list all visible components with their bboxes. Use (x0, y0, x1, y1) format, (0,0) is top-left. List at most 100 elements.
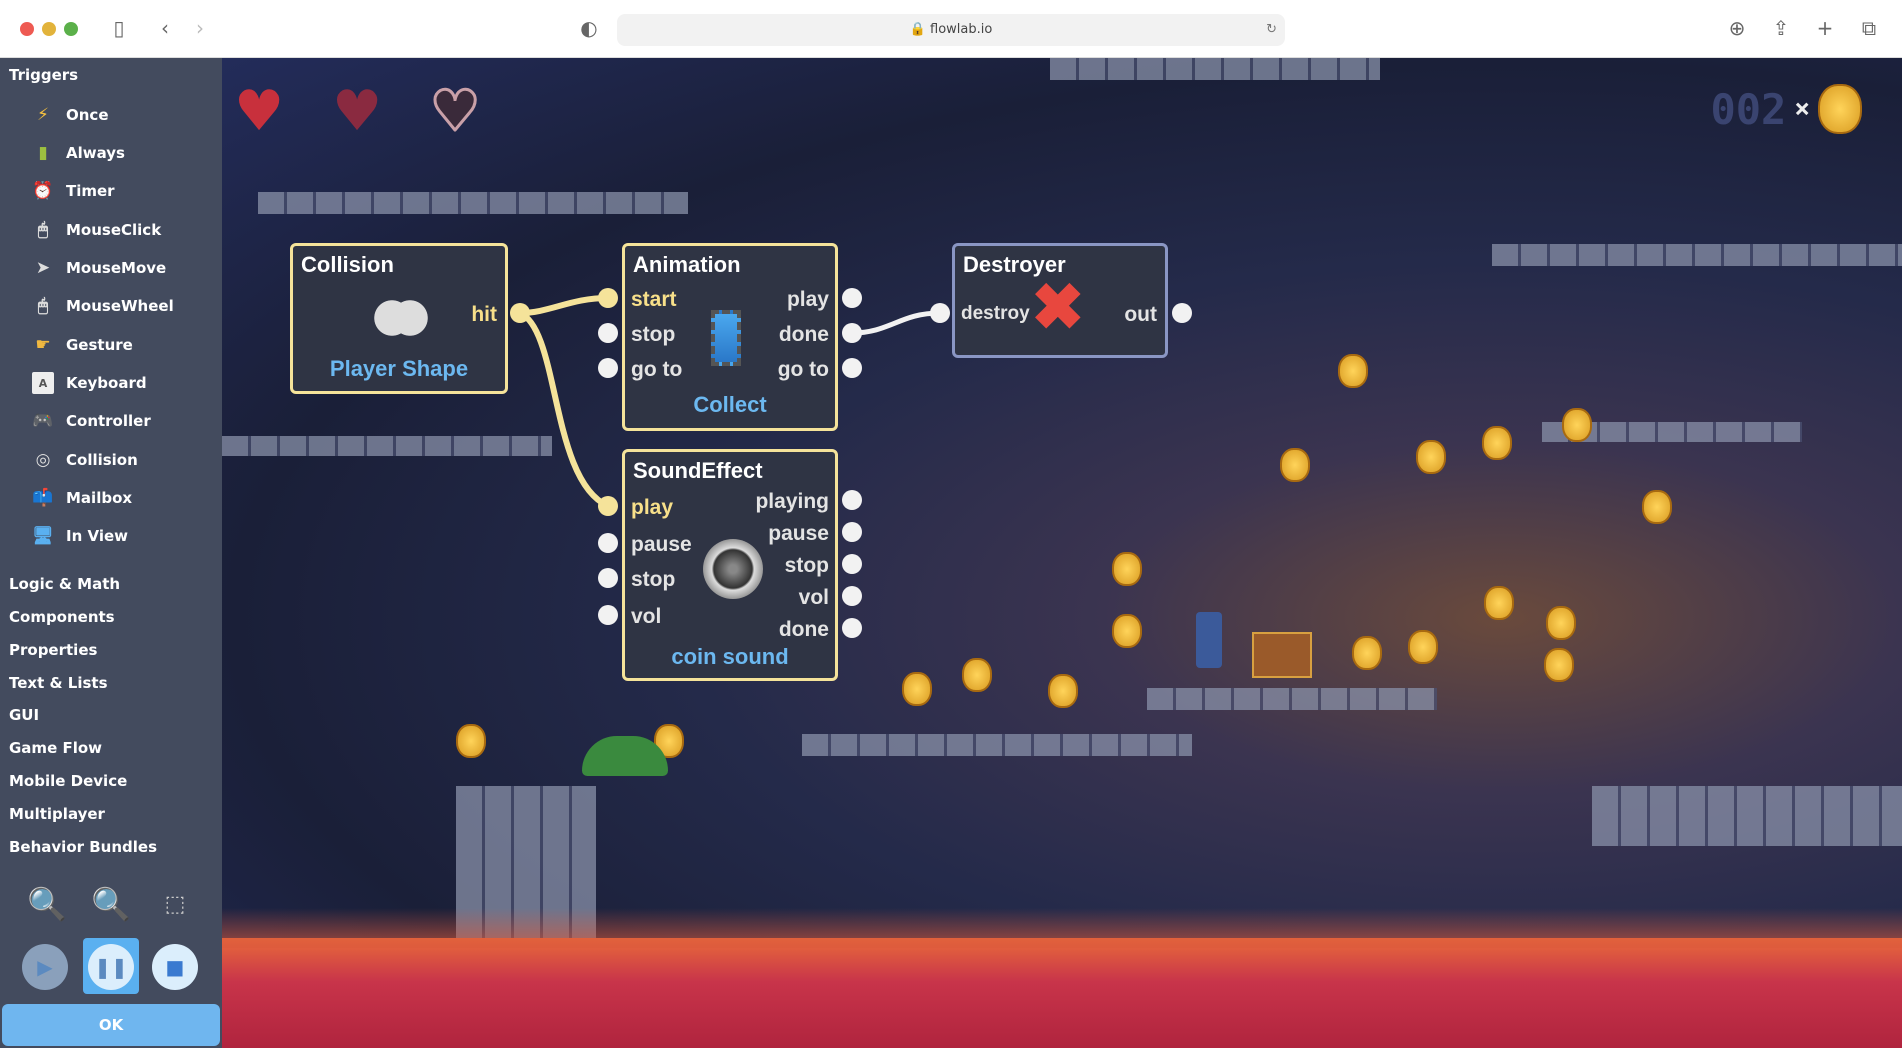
port-goto-in[interactable] (598, 358, 618, 378)
shield-icon[interactable]: ◐ (576, 16, 602, 40)
coin (1048, 674, 1078, 708)
tabs-overview-icon[interactable]: ⧉ (1856, 16, 1882, 40)
trigger-once[interactable]: ⚡ Once (32, 101, 109, 129)
trigger-collision[interactable]: ◎ Collision (32, 446, 138, 474)
game-canvas[interactable]: ♥ ♥ ♥ 002 × (222, 58, 1902, 1048)
download-icon[interactable]: ⊕ (1724, 16, 1750, 40)
coin (962, 658, 992, 692)
port-stop-in[interactable] (598, 568, 618, 588)
coin (1408, 630, 1438, 664)
trigger-in-view[interactable]: 🖥 In View (32, 522, 128, 550)
animation-node[interactable]: Animation start stop go to play done go … (622, 243, 838, 431)
input-label-stop: stop (631, 323, 676, 346)
heart-half-icon: ♥ (332, 79, 383, 144)
input-label-stop: stop (631, 568, 676, 591)
reload-icon[interactable]: ↻ (1266, 14, 1277, 46)
trigger-label: Once (66, 106, 109, 124)
port-stop[interactable] (598, 323, 618, 343)
zoom-out-icon[interactable]: 🔍 (88, 881, 134, 927)
destroy-x-icon: ✖ (1031, 271, 1085, 343)
trigger-mousewheel[interactable]: 🖱 MouseWheel (32, 292, 174, 320)
forward-icon[interactable]: › (187, 16, 213, 40)
category-multiplayer[interactable]: Multiplayer (9, 805, 105, 823)
port-vol-out[interactable] (842, 586, 862, 606)
category-components[interactable]: Components (9, 608, 115, 626)
port-playing[interactable] (842, 490, 862, 510)
port-play[interactable] (842, 288, 862, 308)
url-text: flowlab.io (930, 22, 993, 37)
output-label-hit: hit (471, 303, 497, 326)
mailbox-icon: 📫 (32, 488, 54, 508)
category-text-lists[interactable]: Text & Lists (9, 674, 108, 692)
output-label-play: play (786, 288, 829, 311)
node-title: Collision (301, 252, 394, 277)
play-button[interactable]: ▶ (22, 944, 68, 990)
hand-icon: ☛ (35, 335, 51, 355)
brick-platform (222, 436, 552, 456)
monitor-icon: 🖥 (32, 526, 54, 546)
input-label-play: play (631, 496, 674, 519)
trigger-timer[interactable]: ⏰ Timer (32, 177, 115, 205)
trigger-label: Gesture (66, 336, 133, 354)
category-game-flow[interactable]: Game Flow (9, 739, 102, 757)
port-play-in[interactable] (598, 496, 618, 516)
triggers-header[interactable]: Triggers (9, 66, 78, 84)
category-mobile-device[interactable]: Mobile Device (9, 772, 127, 790)
node-name: Collect (693, 392, 767, 417)
trigger-mailbox[interactable]: 📫 Mailbox (32, 484, 132, 512)
back-icon[interactable]: ‹ (152, 16, 178, 40)
trigger-label: Timer (66, 182, 115, 200)
output-label-goto: go to (777, 358, 829, 381)
category-behavior-bundles[interactable]: Behavior Bundles (9, 838, 157, 856)
sidebar-toggle-icon[interactable]: ▯ (106, 16, 132, 40)
category-logic-math[interactable]: Logic & Math (9, 575, 120, 593)
zoom-in-icon[interactable]: 🔍 (24, 881, 70, 927)
trigger-mousemove[interactable]: ➤ MouseMove (32, 254, 166, 282)
category-gui[interactable]: GUI (9, 706, 39, 724)
trigger-label: MouseMove (66, 259, 167, 277)
port-pause-in[interactable] (598, 533, 618, 553)
input-label-pause: pause (631, 533, 692, 556)
address-bar[interactable]: 🔒 flowlab.io ↻ (617, 14, 1285, 46)
port-vol-in[interactable] (598, 605, 618, 625)
trigger-gesture[interactable]: ☛ Gesture (32, 331, 133, 359)
trigger-always[interactable]: ▮ Always (32, 139, 125, 167)
node-title: Animation (633, 252, 741, 277)
port-stop-out[interactable] (842, 554, 862, 574)
brick-platform (802, 734, 1192, 756)
soundeffect-node[interactable]: SoundEffect play pause stop vol playing … (622, 449, 838, 681)
port-goto-out[interactable] (842, 358, 862, 378)
port-done-out[interactable] (842, 618, 862, 638)
category-properties[interactable]: Properties (9, 641, 97, 659)
port-hit[interactable] (510, 303, 530, 323)
new-tab-icon[interactable]: + (1812, 16, 1838, 40)
port-start[interactable] (598, 288, 618, 308)
trigger-mouseclick[interactable]: 🖱 MouseClick (32, 216, 161, 244)
coin-icon (1818, 84, 1862, 134)
coin (1338, 354, 1368, 388)
minimize-window-button[interactable] (42, 22, 56, 36)
output-label-playing: playing (755, 490, 829, 513)
port-done[interactable] (842, 323, 862, 343)
close-window-button[interactable] (20, 22, 34, 36)
pause-button[interactable]: ❚❚ (88, 944, 134, 990)
selection-tool-icon[interactable]: ⬚ (152, 881, 198, 927)
output-label-stop: stop (784, 554, 829, 577)
share-icon[interactable]: ⇪ (1768, 16, 1794, 40)
trigger-keyboard[interactable]: A Keyboard (32, 369, 147, 397)
destroyer-node[interactable]: Destroyer destroy ✖ out (952, 243, 1168, 358)
maximize-window-button[interactable] (64, 22, 78, 36)
port-pause-out[interactable] (842, 522, 862, 542)
input-label-goto: go to (631, 358, 683, 381)
times-sign: × (1794, 94, 1810, 124)
collision-node[interactable]: Collision hit Player Shape (290, 243, 508, 394)
trigger-controller[interactable]: 🎮 Controller (32, 407, 150, 435)
input-label-start: start (631, 288, 677, 311)
port-destroy[interactable] (930, 303, 950, 323)
trigger-label: Keyboard (66, 374, 147, 392)
ok-button[interactable]: OK (2, 1004, 220, 1046)
input-label-vol: vol (631, 605, 662, 628)
port-out[interactable] (1172, 303, 1192, 323)
brick-platform (258, 192, 688, 214)
stop-button[interactable]: ■ (152, 944, 198, 990)
